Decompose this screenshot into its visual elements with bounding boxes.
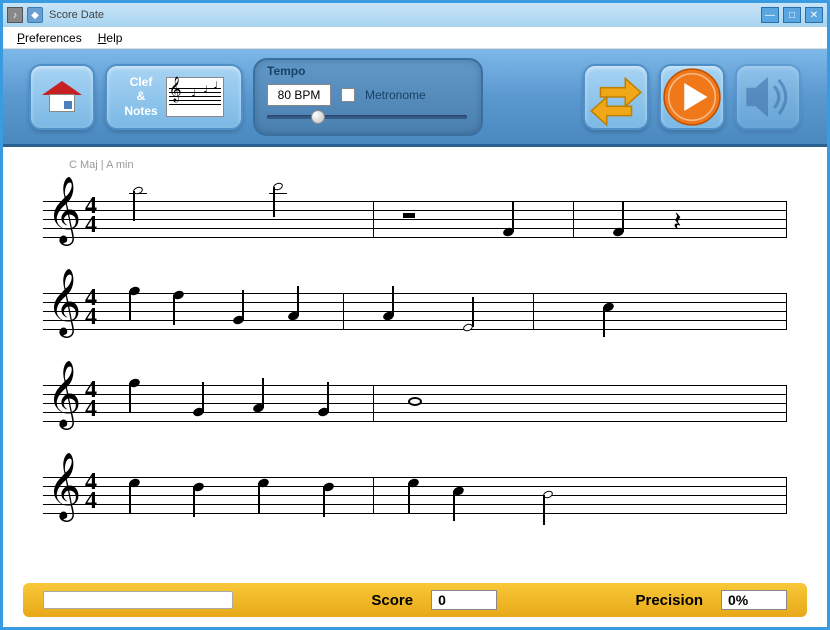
time-signature: 44 <box>85 289 97 326</box>
note <box>258 479 269 487</box>
clef-notes-label: Clef & Notes <box>124 75 157 118</box>
half-rest <box>403 213 415 218</box>
note <box>453 487 464 495</box>
app-icon: ♪ <box>7 7 23 23</box>
whole-note <box>408 397 422 406</box>
note <box>613 228 624 236</box>
swap-icon <box>585 66 647 128</box>
treble-clef-icon: 𝄞 <box>47 181 81 239</box>
home-icon <box>44 81 80 113</box>
close-button[interactable]: ✕ <box>805 7 823 23</box>
treble-clef-icon: 𝄞 <box>47 365 81 423</box>
window-title: Score Date <box>49 9 761 21</box>
time-signature: 44 <box>85 473 97 510</box>
note <box>193 483 204 491</box>
quarter-rest: 𝄽 <box>673 207 682 239</box>
tempo-panel: Tempo Metronome <box>253 58 483 136</box>
time-signature: 44 <box>85 381 97 418</box>
note <box>318 408 329 416</box>
sound-button[interactable] <box>735 64 801 130</box>
score-label: Score <box>371 592 413 609</box>
toolbar: Clef & Notes 𝄞 ♩ ♩ ♩ Tempo Metronome <box>3 49 827 147</box>
precision-value: 0% <box>721 590 787 610</box>
note <box>273 183 283 190</box>
note <box>383 312 394 320</box>
speaker-icon <box>737 66 799 128</box>
tempo-label: Tempo <box>267 64 305 78</box>
note <box>253 404 264 412</box>
tempo-slider[interactable] <box>267 112 467 122</box>
home-button[interactable] <box>29 64 95 130</box>
staff-row-2: 𝄞 44 <box>43 265 787 351</box>
precision-label: Precision <box>635 592 703 609</box>
menu-help[interactable]: Help <box>90 29 131 47</box>
clef-notes-button[interactable]: Clef & Notes 𝄞 ♩ ♩ ♩ <box>105 64 243 130</box>
mini-staff-icon: 𝄞 ♩ ♩ ♩ <box>166 77 224 117</box>
note <box>233 316 244 324</box>
window-control-icon[interactable]: ◆ <box>27 7 43 23</box>
menubar: Preferences Help <box>3 27 827 49</box>
note <box>288 312 299 320</box>
treble-clef-icon: 𝄞 <box>47 273 81 331</box>
key-signature-label: C Maj | A min <box>69 159 787 171</box>
note <box>603 303 614 311</box>
time-signature: 44 <box>85 197 97 234</box>
note <box>503 228 514 236</box>
maximize-button[interactable]: □ <box>783 7 801 23</box>
metronome-label: Metronome <box>365 88 426 102</box>
bottom-bar: Score 0 Precision 0% <box>23 583 807 617</box>
note <box>129 479 140 487</box>
note <box>323 483 334 491</box>
note <box>193 408 204 416</box>
swap-button[interactable] <box>583 64 649 130</box>
staff-row-4: 𝄞 44 <box>43 449 787 535</box>
minimize-button[interactable]: — <box>761 7 779 23</box>
tempo-input[interactable] <box>267 84 331 106</box>
play-button[interactable] <box>659 64 725 130</box>
treble-clef-icon: 𝄞 <box>47 457 81 515</box>
score-area: C Maj | A min 𝄞 44 𝄽 𝄞 44 <box>3 147 827 583</box>
window-frame: ♪ ◆ Score Date — □ ✕ Preferences Help Cl… <box>0 0 830 630</box>
score-value: 0 <box>431 590 497 610</box>
note <box>463 324 473 331</box>
staff-row-3: 𝄞 44 <box>43 357 787 443</box>
note <box>173 291 184 299</box>
metronome-checkbox[interactable] <box>341 88 355 102</box>
slider-thumb[interactable] <box>311 110 325 124</box>
staff-row-1: 𝄞 44 𝄽 <box>43 173 787 259</box>
note <box>543 491 553 498</box>
titlebar: ♪ ◆ Score Date — □ ✕ <box>3 3 827 27</box>
note <box>129 379 140 387</box>
note <box>408 479 419 487</box>
note <box>129 287 140 295</box>
note <box>133 187 143 194</box>
progress-bar <box>43 591 233 609</box>
menu-preferences[interactable]: Preferences <box>9 29 90 47</box>
play-icon <box>661 66 723 128</box>
